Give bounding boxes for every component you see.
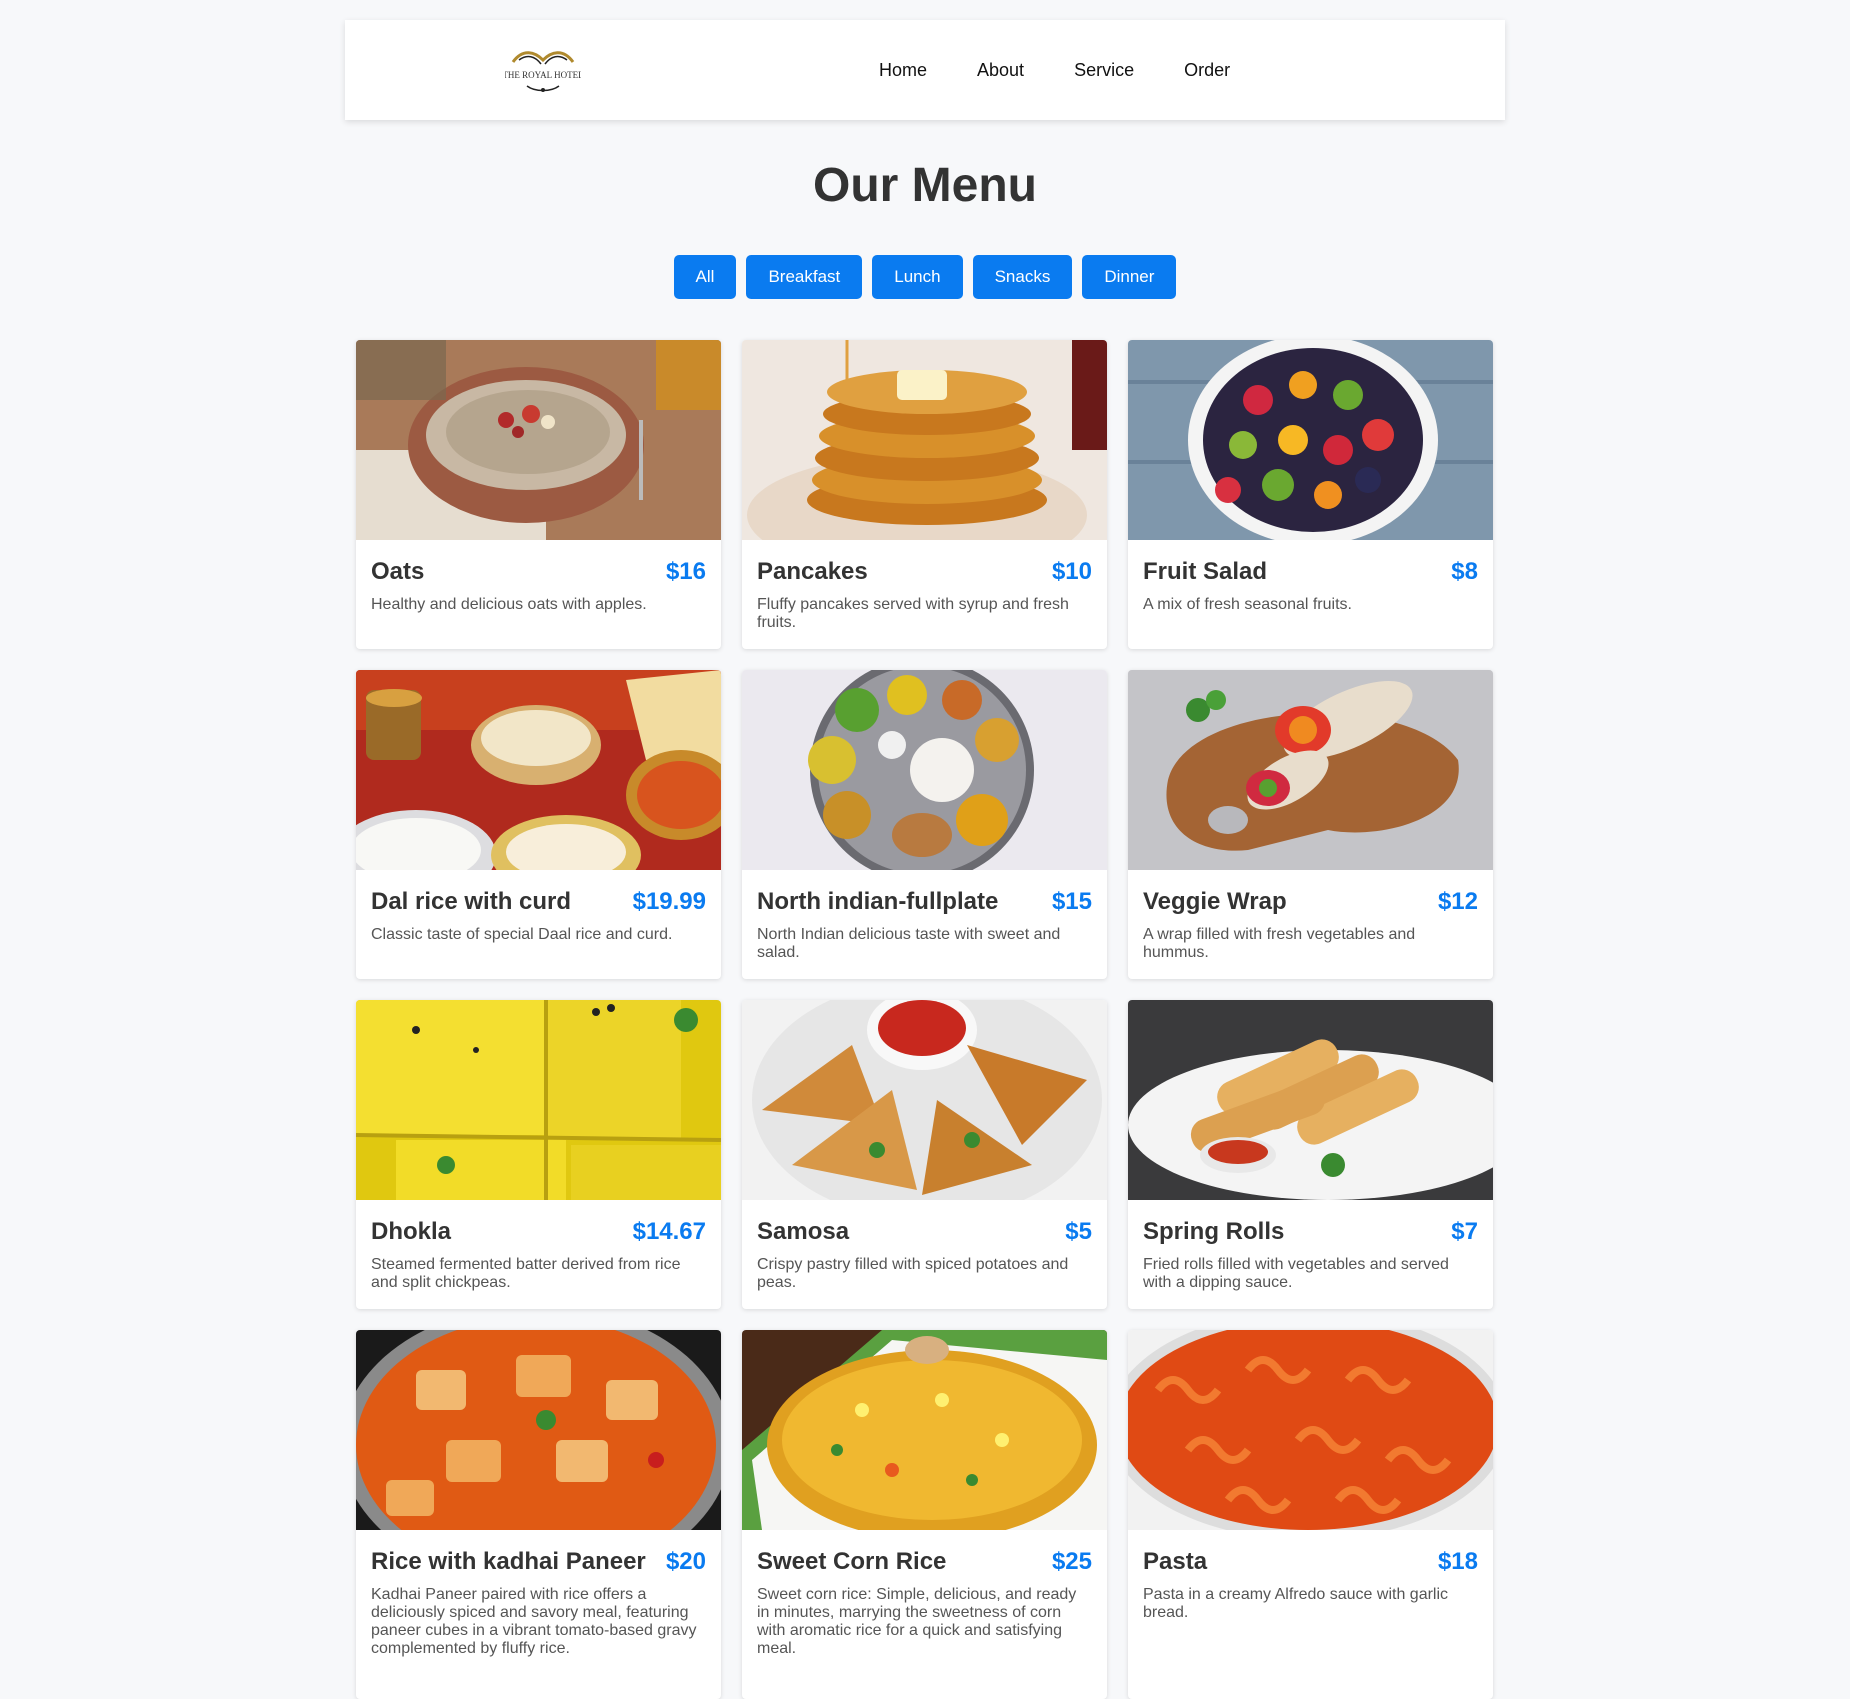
pasta-icon (1128, 1330, 1493, 1530)
menu-card[interactable]: Veggie Wrap $12 A wrap filled with fresh… (1128, 670, 1493, 979)
logo-emblem-icon: THE ROYAL HOTEL (502, 51, 584, 92)
menu-card[interactable]: Rice with kadhai Paneer $20 Kadhai Panee… (356, 1330, 721, 1699)
item-description: Classic taste of special Daal rice and c… (371, 926, 673, 943)
food-image (742, 1330, 1107, 1530)
veggie-wrap-icon (1128, 670, 1493, 870)
item-price: $25 (1051, 1548, 1092, 1575)
item-name: Rice with kadhai Paneer (371, 1548, 646, 1575)
nav-order-link[interactable]: Order (1184, 60, 1230, 81)
item-name: Dhokla (371, 1218, 452, 1245)
food-image (356, 670, 721, 870)
item-description: North Indian delicious taste with sweet … (757, 926, 1061, 961)
filter-snacks-button[interactable]: Snacks (972, 255, 1073, 299)
menu-grid: Oats $16 Healthy and delicious oats with… (356, 340, 1494, 1699)
item-description: Pasta in a creamy Alfredo sauce with gar… (1143, 1586, 1449, 1621)
item-description: Kadhai Paneer paired with rice offers a … (371, 1586, 697, 1657)
corn-rice-icon (742, 1330, 1107, 1530)
item-name: Samosa (757, 1218, 850, 1245)
nav-service-link[interactable]: Service (1074, 60, 1134, 81)
nav-home-link[interactable]: Home (879, 60, 927, 81)
paneer-curry-icon (356, 1330, 721, 1530)
item-name: North indian-fullplate (757, 888, 999, 915)
nav-about-link[interactable]: About (977, 60, 1024, 81)
menu-card[interactable]: North indian-fullplate $15 North Indian … (742, 670, 1107, 979)
food-image (1128, 340, 1493, 540)
food-image (1128, 1000, 1493, 1200)
item-description: Sweet corn rice: Simple, delicious, and … (757, 1586, 1077, 1657)
item-price: $15 (1051, 888, 1092, 915)
item-price: $19.99 (632, 888, 706, 915)
item-price: $7 (1451, 1218, 1478, 1245)
hotel-logo[interactable]: THE ROYAL HOTEL (502, 44, 584, 96)
item-description: Crispy pastry filled with spiced potatoe… (757, 1256, 1069, 1291)
item-name: Fruit Salad (1143, 558, 1268, 585)
food-image (1128, 670, 1493, 870)
logo-text: THE ROYAL HOTEL (505, 70, 581, 80)
item-price: $12 (1437, 888, 1478, 915)
item-description: Fried rolls filled with vegetables and s… (1143, 1256, 1449, 1291)
item-name: Dal rice with curd (371, 888, 572, 915)
food-image (742, 670, 1107, 870)
item-price: $8 (1451, 558, 1478, 585)
item-price: $5 (1065, 1218, 1092, 1245)
item-description: A wrap filled with fresh vegetables and … (1143, 926, 1416, 961)
item-name: Pancakes (757, 558, 868, 585)
item-price: $20 (665, 1548, 706, 1575)
filter-breakfast-button[interactable]: Breakfast (746, 255, 863, 299)
menu-card[interactable]: Dhokla $14.67 Steamed fermented batter d… (356, 1000, 721, 1309)
item-description: Fluffy pancakes served with syrup and fr… (757, 596, 1069, 631)
menu-card[interactable]: Spring Rolls $7 Fried rolls filled with … (1128, 1000, 1493, 1309)
filter-all-button[interactable]: All (673, 255, 737, 299)
menu-card[interactable]: Samosa $5 Crispy pastry filled with spic… (742, 1000, 1107, 1309)
pancakes-icon (742, 340, 1107, 540)
fruit-salad-icon (1128, 340, 1493, 540)
site-header: THE ROYAL HOTEL Home About Service Order (345, 20, 1505, 120)
filter-dinner-button[interactable]: Dinner (1082, 255, 1177, 299)
item-name: Oats (371, 558, 425, 585)
menu-card[interactable]: Oats $16 Healthy and delicious oats with… (356, 340, 721, 649)
food-image (356, 1000, 721, 1200)
indian-feast-icon (356, 670, 721, 870)
item-description: Steamed fermented batter derived from ri… (371, 1256, 681, 1291)
spring-rolls-icon (1128, 1000, 1493, 1200)
food-image (742, 1000, 1107, 1200)
samosa-icon (742, 1000, 1107, 1200)
menu-card[interactable]: Pancakes $10 Fluffy pancakes served with… (742, 340, 1107, 649)
filter-lunch-button[interactable]: Lunch (872, 255, 963, 299)
thali-plate-icon (742, 670, 1107, 870)
oats-bowl-icon (356, 340, 721, 540)
main-nav: Home About Service Order (879, 20, 1280, 120)
menu-card[interactable]: Sweet Corn Rice $25 Sweet corn rice: Sim… (742, 1330, 1107, 1699)
item-description: Healthy and delicious oats with apples. (371, 596, 647, 613)
item-description: A mix of fresh seasonal fruits. (1143, 596, 1352, 613)
menu-card[interactable]: Pasta $18 Pasta in a creamy Alfredo sauc… (1128, 1330, 1493, 1699)
menu-card[interactable]: Fruit Salad $8 A mix of fresh seasonal f… (1128, 340, 1493, 649)
food-image (356, 1330, 721, 1530)
item-price: $10 (1051, 558, 1092, 585)
category-filters: All Breakfast Lunch Snacks Dinner (0, 255, 1850, 299)
item-name: Sweet Corn Rice (757, 1548, 947, 1575)
page-title: Our Menu (813, 159, 1037, 212)
item-price: $18 (1437, 1548, 1478, 1575)
food-image (742, 340, 1107, 540)
menu-card[interactable]: Dal rice with curd $19.99 Classic taste … (356, 670, 721, 979)
item-name: Veggie Wrap (1143, 888, 1287, 915)
item-price: $16 (665, 558, 706, 585)
food-image (1128, 1330, 1493, 1530)
item-name: Spring Rolls (1143, 1218, 1285, 1245)
item-name: Pasta (1143, 1548, 1208, 1575)
dhokla-icon (356, 1000, 721, 1200)
item-price: $14.67 (632, 1218, 706, 1245)
food-image (356, 340, 721, 540)
